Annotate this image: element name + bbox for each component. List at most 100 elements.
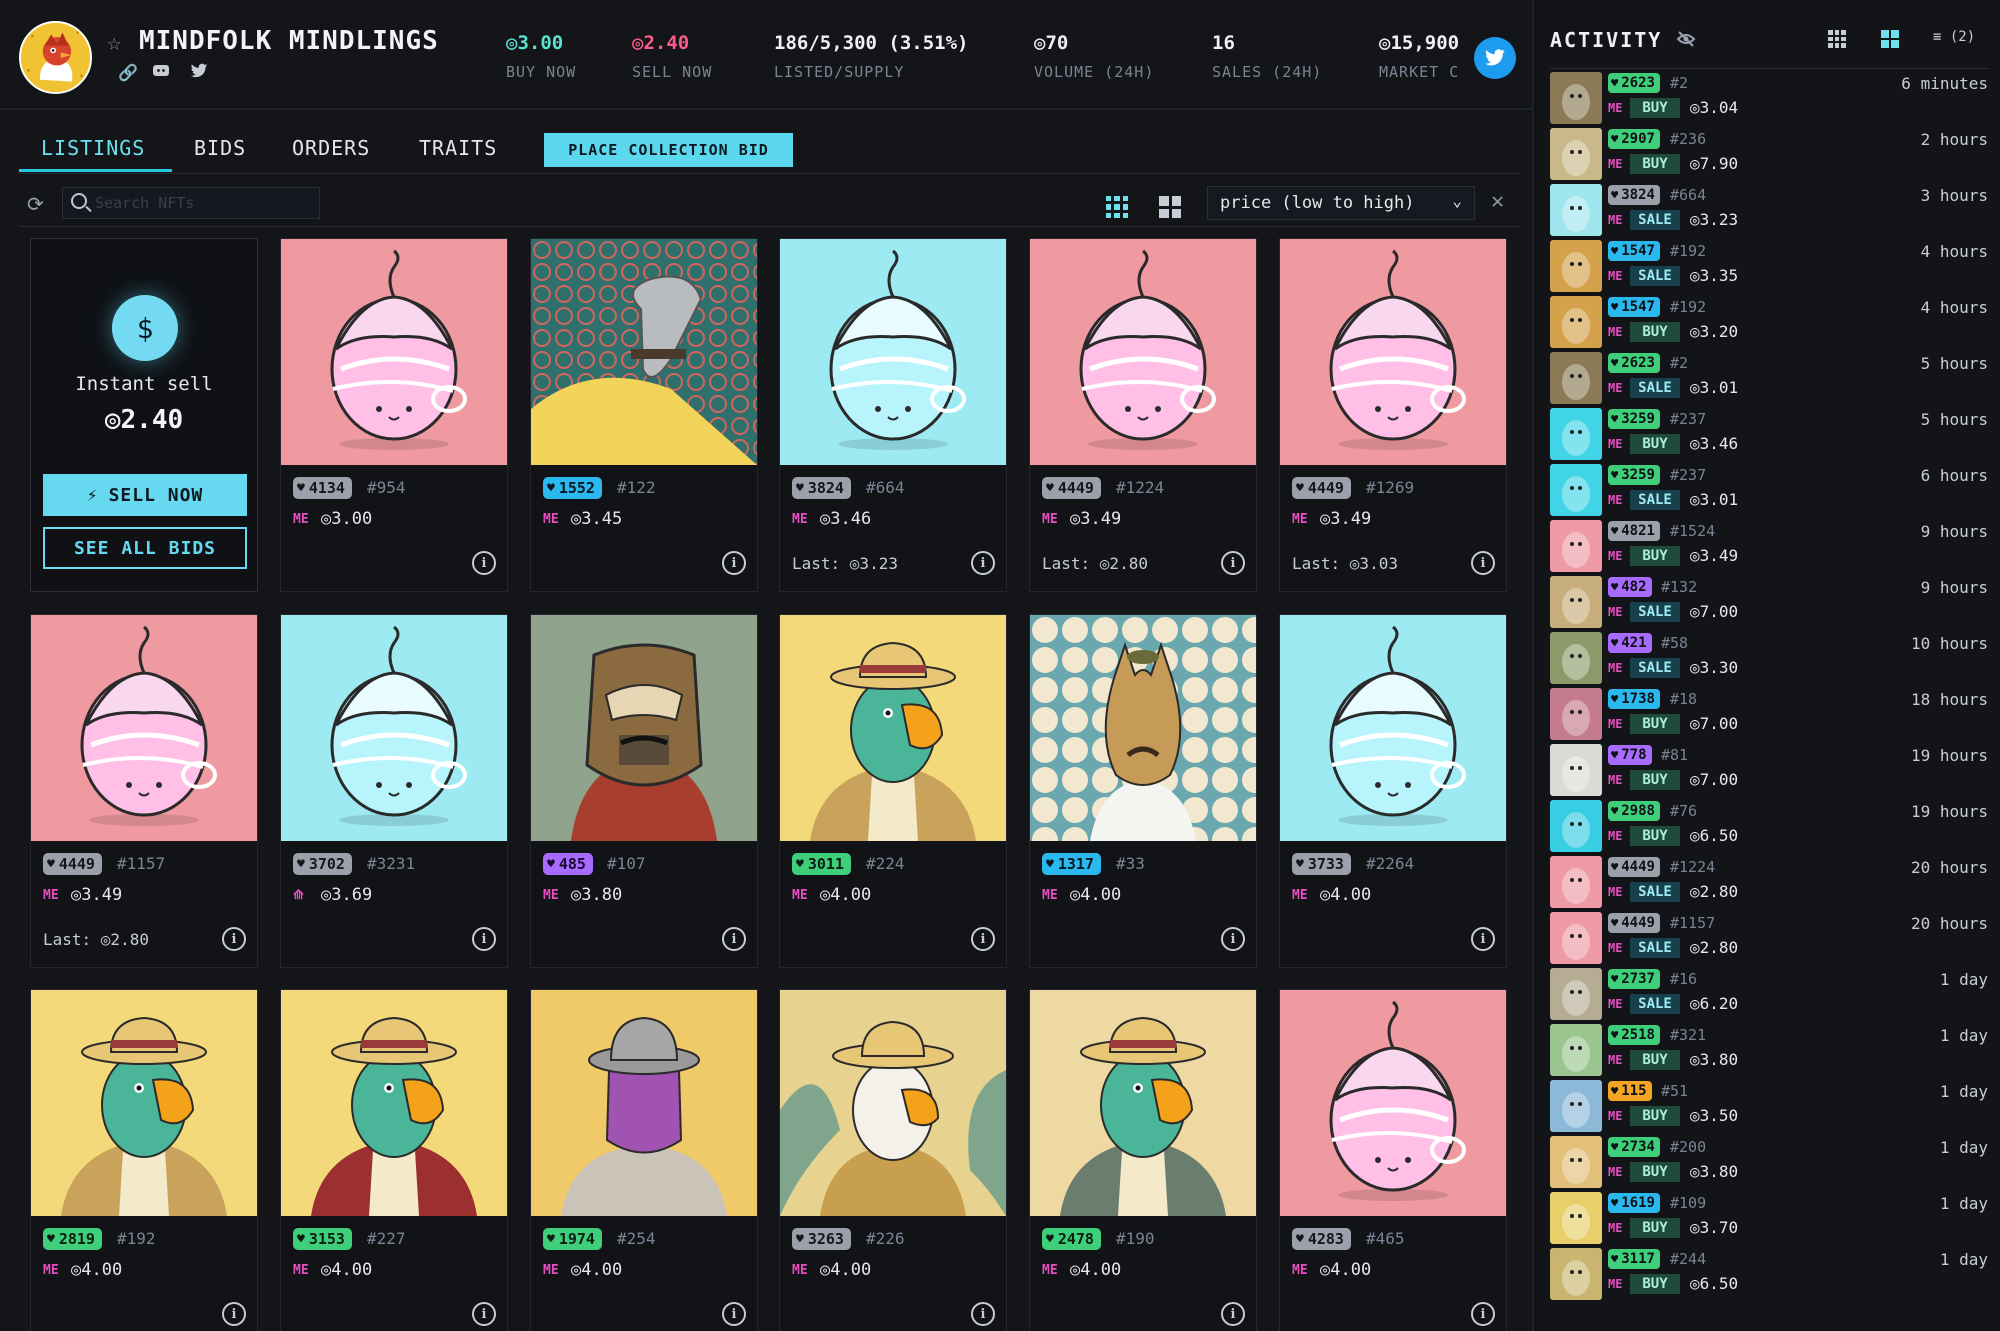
activity-thumbnail[interactable] (1550, 856, 1602, 908)
place-collection-bid-button[interactable]: PLACE COLLECTION BID (544, 133, 793, 167)
nft-card[interactable]: ♥ 4449 #1224 ME ◎3.49 Last: ◎2.80 i (1029, 238, 1257, 592)
activity-thumbnail[interactable] (1550, 296, 1602, 348)
eye-off-icon[interactable] (1676, 30, 1696, 50)
activity-thumbnail[interactable] (1550, 1136, 1602, 1188)
info-icon[interactable]: i (971, 927, 995, 951)
nft-card[interactable]: ♥ 1317 #33 ME ◎4.00 i (1029, 614, 1257, 968)
activity-row[interactable]: ♥ 1738 #18 ME BUY ◎7.00 18 hours (1550, 686, 1990, 740)
nft-card[interactable]: ♥ 4134 #954 ME ◎3.00 i (280, 238, 508, 592)
nft-image[interactable] (531, 990, 757, 1216)
activity-row[interactable]: ♥ 4449 #1157 ME SALE ◎2.80 20 hours (1550, 910, 1990, 964)
info-icon[interactable]: i (722, 551, 746, 575)
nft-card[interactable]: ♥ 3263 #226 ME ◎4.00 i (779, 989, 1007, 1331)
website-link-icon[interactable]: 🔗 (118, 63, 138, 82)
activity-thumbnail[interactable] (1550, 1248, 1602, 1300)
info-icon[interactable]: i (222, 1302, 246, 1326)
activity-row[interactable]: ♥ 3259 #237 ME BUY ◎3.46 5 hours (1550, 406, 1990, 460)
nft-image[interactable] (1030, 615, 1256, 841)
activity-row[interactable]: ♥ 2988 #76 ME BUY ◎6.50 19 hours (1550, 798, 1990, 852)
clear-filters-close-icon[interactable]: ✕ (1491, 189, 1504, 214)
tab-traits[interactable]: TRAITS (419, 136, 497, 160)
nft-card[interactable]: ♥ 3011 #224 ME ◎4.00 i (779, 614, 1007, 968)
nft-card[interactable]: ♥ 1974 #254 ME ◎4.00 i (530, 989, 758, 1331)
nft-card[interactable]: ♥ 3153 #227 ME ◎4.00 i (280, 989, 508, 1331)
nft-card[interactable]: ♥ 4283 #465 ME ◎4.00 i (1279, 989, 1507, 1331)
grid-view-large-icon[interactable] (1159, 196, 1181, 218)
activity-filter-button[interactable]: ≡ (2) (1933, 29, 1975, 45)
nft-image[interactable] (1030, 239, 1256, 465)
tab-bids[interactable]: BIDS (194, 136, 246, 160)
nft-card[interactable]: ♥ 4449 #1157 ME ◎3.49 Last: ◎2.80 i (30, 614, 258, 968)
activity-row[interactable]: ♥ 1547 #192 ME SALE ◎3.35 4 hours (1550, 238, 1990, 292)
activity-thumbnail[interactable] (1550, 240, 1602, 292)
twitter-link-icon[interactable] (190, 63, 208, 83)
activity-thumbnail[interactable] (1550, 968, 1602, 1020)
nft-image[interactable] (1280, 615, 1506, 841)
nft-image[interactable] (780, 990, 1006, 1216)
activity-thumbnail[interactable] (1550, 128, 1602, 180)
activity-row[interactable]: ♥ 1619 #109 ME BUY ◎3.70 1 day (1550, 1190, 1990, 1244)
twitter-share-button[interactable] (1474, 37, 1516, 79)
activity-thumbnail[interactable] (1550, 912, 1602, 964)
activity-row[interactable]: ♥ 115 #51 ME BUY ◎3.50 1 day (1550, 1078, 1990, 1132)
nft-image[interactable] (281, 990, 507, 1216)
nft-image[interactable] (531, 239, 757, 465)
activity-thumbnail[interactable] (1550, 1192, 1602, 1244)
activity-row[interactable]: ♥ 3259 #237 ME SALE ◎3.01 6 hours (1550, 462, 1990, 516)
nft-image[interactable] (31, 615, 257, 841)
nft-card[interactable]: ♥ 2478 #190 ME ◎4.00 i (1029, 989, 1257, 1331)
info-icon[interactable]: i (472, 551, 496, 575)
info-icon[interactable]: i (971, 551, 995, 575)
nft-image[interactable] (281, 615, 507, 841)
activity-row[interactable]: ♥ 2734 #200 ME BUY ◎3.80 1 day (1550, 1134, 1990, 1188)
activity-thumbnail[interactable] (1550, 744, 1602, 796)
activity-row[interactable]: ♥ 2623 #2 ME BUY ◎3.04 6 minutes (1550, 70, 1990, 124)
activity-grid-large-icon[interactable] (1881, 30, 1899, 48)
activity-thumbnail[interactable] (1550, 464, 1602, 516)
activity-thumbnail[interactable] (1550, 184, 1602, 236)
activity-row[interactable]: ♥ 4821 #1524 ME BUY ◎3.49 9 hours (1550, 518, 1990, 572)
nft-image[interactable] (281, 239, 507, 465)
info-icon[interactable]: i (722, 927, 746, 951)
tab-orders[interactable]: ORDERS (292, 136, 370, 160)
sort-dropdown[interactable]: price (low to high) ⌄ (1207, 186, 1475, 220)
nft-card[interactable]: ♥ 3733 #2264 ME ◎4.00 i (1279, 614, 1507, 968)
sell-now-button[interactable]: ⚡ SELL NOW (43, 474, 247, 516)
nft-image[interactable] (780, 239, 1006, 465)
nft-image[interactable] (531, 615, 757, 841)
activity-row[interactable]: ♥ 2737 #16 ME SALE ◎6.20 1 day (1550, 966, 1990, 1020)
search-input[interactable] (95, 192, 315, 214)
activity-thumbnail[interactable] (1550, 688, 1602, 740)
nft-card[interactable]: ♥ 3824 #664 ME ◎3.46 Last: ◎3.23 i (779, 238, 1007, 592)
discord-icon[interactable] (152, 63, 170, 83)
info-icon[interactable]: i (971, 1302, 995, 1326)
activity-thumbnail[interactable] (1550, 800, 1602, 852)
activity-thumbnail[interactable] (1550, 632, 1602, 684)
nft-card[interactable]: ♥ 2819 #192 ME ◎4.00 i (30, 989, 258, 1331)
tab-listings[interactable]: LISTINGS (41, 136, 145, 160)
info-icon[interactable]: i (472, 927, 496, 951)
nft-card[interactable]: ♥ 1552 #122 ME ◎3.45 i (530, 238, 758, 592)
grid-view-small-icon[interactable] (1106, 196, 1128, 218)
activity-row[interactable]: ♥ 2518 #321 ME BUY ◎3.80 1 day (1550, 1022, 1990, 1076)
nft-card[interactable]: ♥ 4449 #1269 ME ◎3.49 Last: ◎3.03 i (1279, 238, 1507, 592)
info-icon[interactable]: i (222, 927, 246, 951)
refresh-icon[interactable]: ⟳ (27, 192, 49, 216)
activity-thumbnail[interactable] (1550, 576, 1602, 628)
see-all-bids-button[interactable]: SEE ALL BIDS (43, 527, 247, 569)
info-icon[interactable]: i (1471, 551, 1495, 575)
info-icon[interactable]: i (722, 1302, 746, 1326)
activity-row[interactable]: ♥ 482 #132 ME SALE ◎7.00 9 hours (1550, 574, 1990, 628)
activity-thumbnail[interactable] (1550, 408, 1602, 460)
nft-card[interactable]: ♥ 3702 #3231 ⟰ ◎3.69 i (280, 614, 508, 968)
info-icon[interactable]: i (1471, 1302, 1495, 1326)
nft-image[interactable] (31, 990, 257, 1216)
activity-row[interactable]: ♥ 778 #81 ME BUY ◎7.00 19 hours (1550, 742, 1990, 796)
info-icon[interactable]: i (1221, 1302, 1245, 1326)
info-icon[interactable]: i (1471, 927, 1495, 951)
activity-row[interactable]: ♥ 3117 #244 ME BUY ◎6.50 1 day (1550, 1246, 1990, 1300)
activity-thumbnail[interactable] (1550, 520, 1602, 572)
nft-image[interactable] (1030, 990, 1256, 1216)
info-icon[interactable]: i (1221, 551, 1245, 575)
info-icon[interactable]: i (1221, 927, 1245, 951)
